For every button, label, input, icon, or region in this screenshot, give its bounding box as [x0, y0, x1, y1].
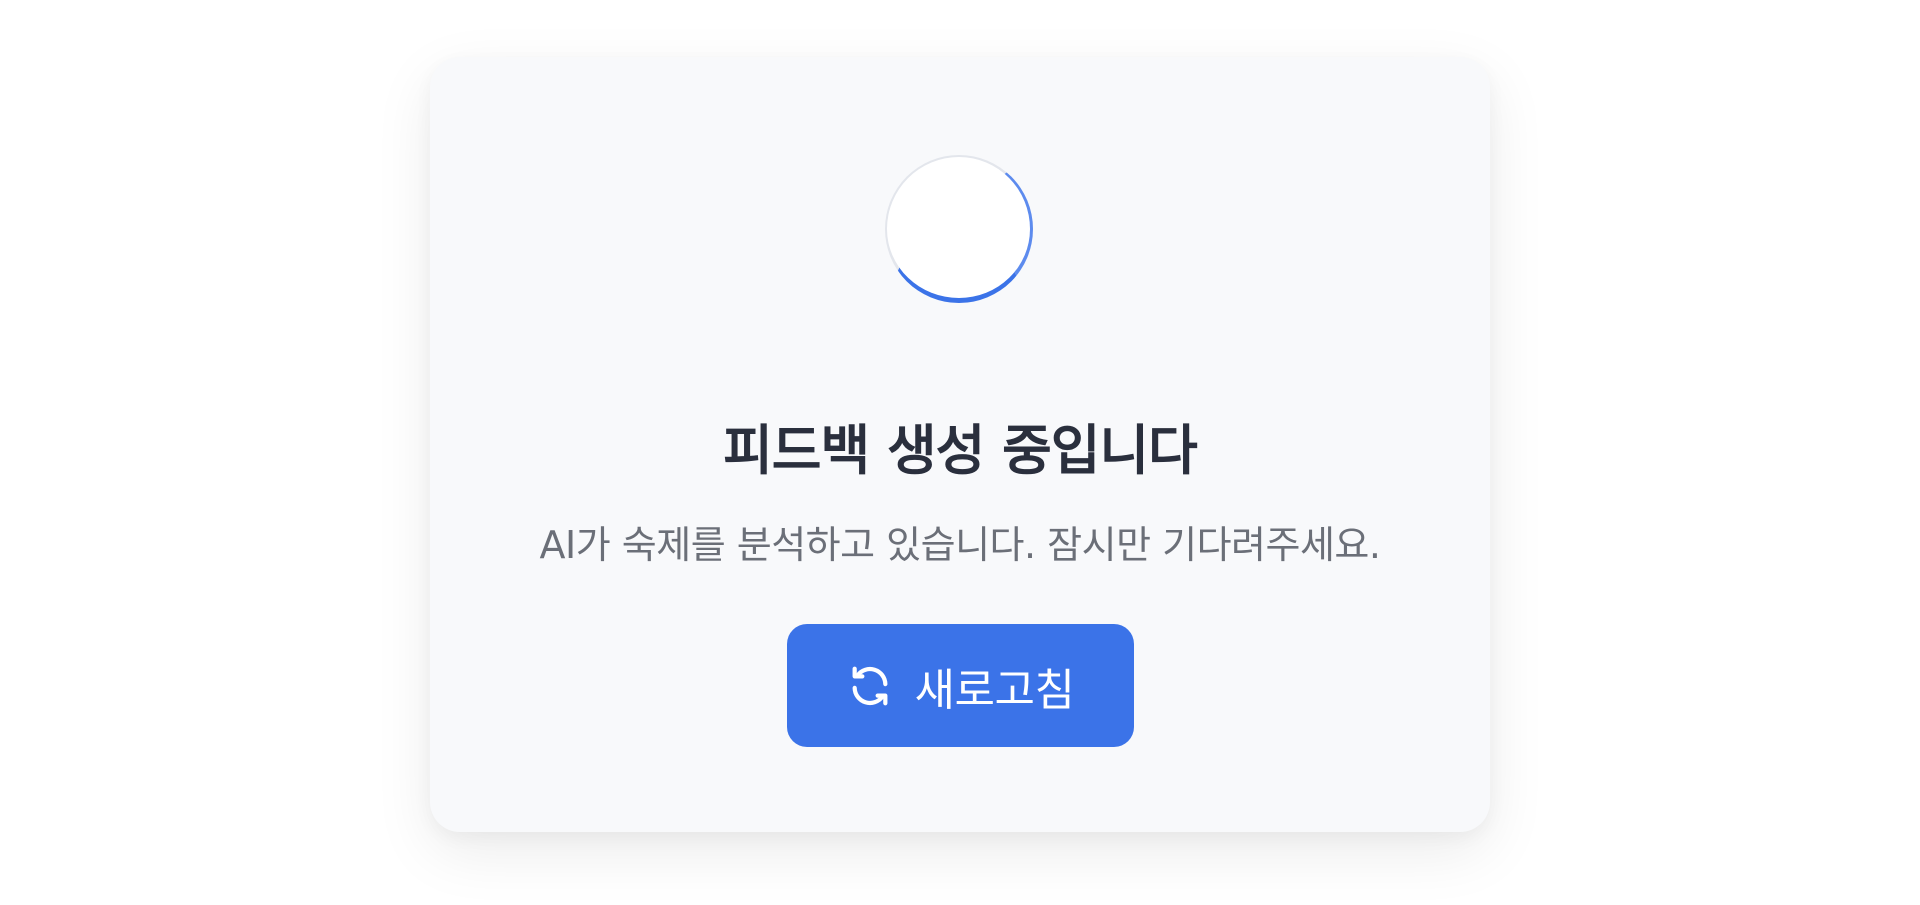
refresh-button[interactable]: 새로고침: [787, 624, 1134, 747]
refresh-button-label: 새로고침: [914, 664, 1075, 716]
status-message: AI가 숙제를 분석하고 있습니다. 잠시만 기다려주세요.: [539, 523, 1381, 567]
loading-spinner: [885, 155, 1033, 303]
page-title: 피드백 생성 중입니다: [723, 419, 1198, 482]
loading-card: 피드백 생성 중입니다 AI가 숙제를 분석하고 있습니다. 잠시만 기다려주세…: [430, 57, 1490, 832]
refresh-icon: [847, 663, 893, 709]
